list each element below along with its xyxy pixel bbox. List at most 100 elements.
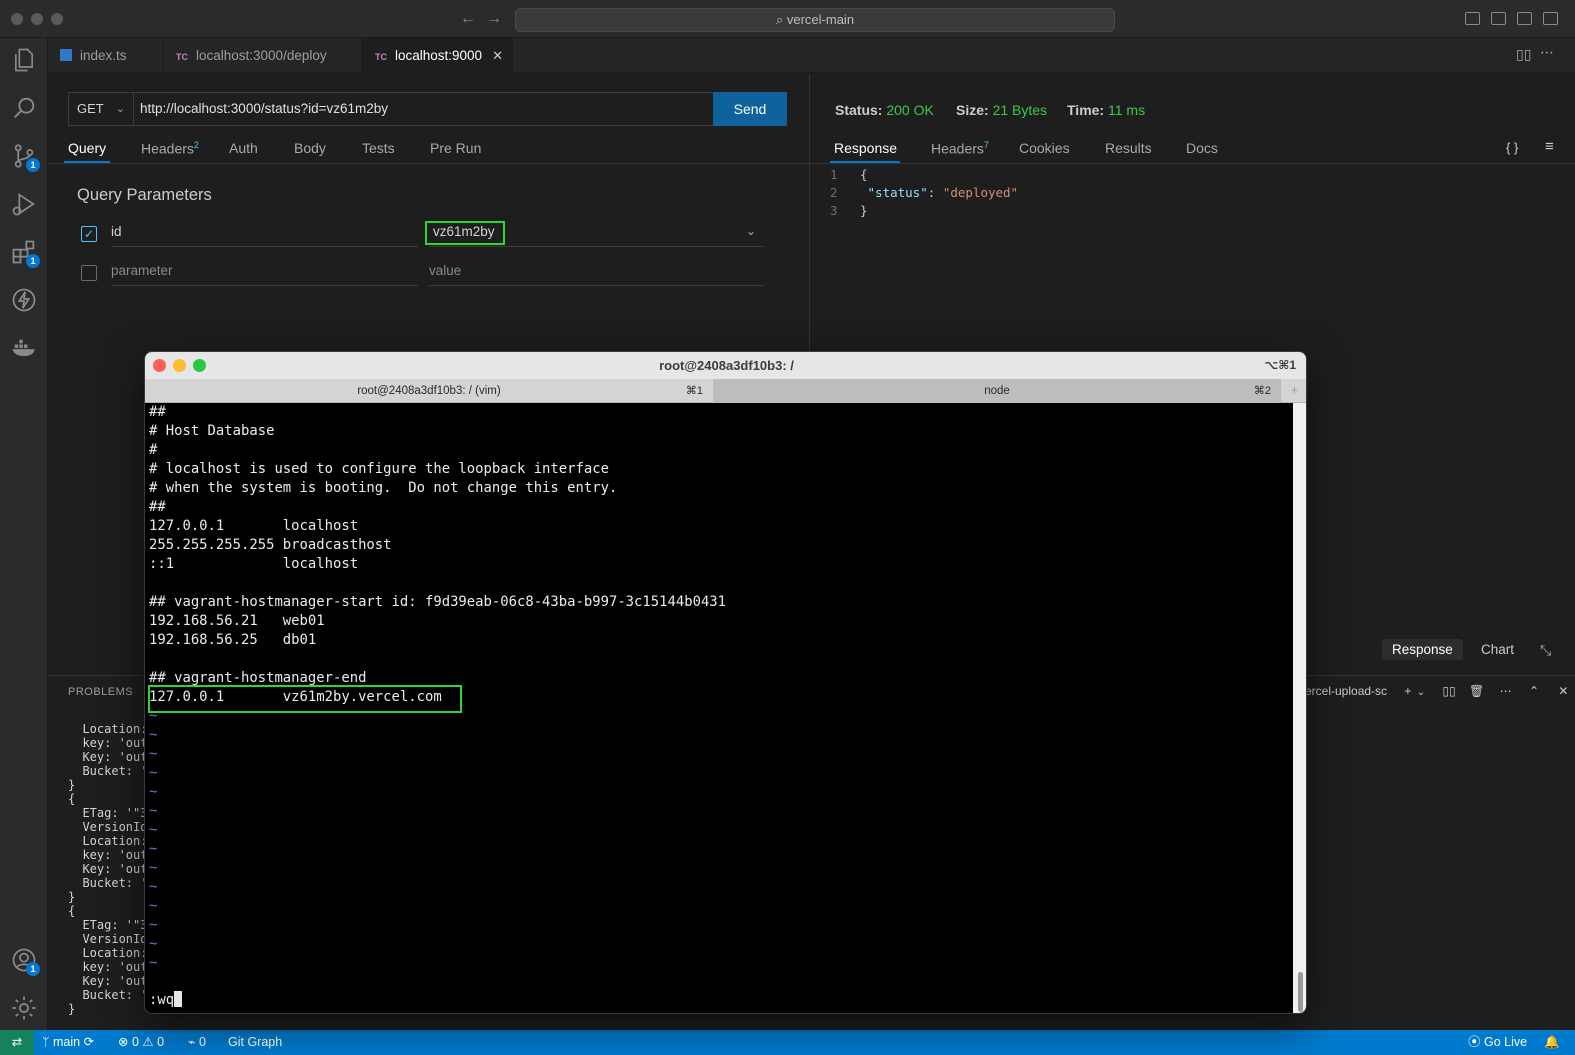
vim-line: ## vagrant-hostmanager-start id: f9d39ea…	[149, 594, 727, 610]
terminal-output: Location: key: 'out Key: 'out Bucket: '}…	[68, 722, 147, 1016]
tab-localhost-3000-deploy[interactable]: TC localhost:3000/deploy	[164, 38, 363, 73]
more-actions-icon[interactable]: ⋯	[1500, 684, 1512, 698]
terminal-scrollbar-thumb[interactable]	[1298, 972, 1303, 1012]
typescript-file-icon	[60, 49, 72, 61]
vim-line: 255.255.255.255 broadcasthost	[149, 537, 392, 553]
zoom-window-button[interactable]	[51, 13, 63, 25]
more-actions-icon[interactable]: ⋯	[1540, 44, 1554, 61]
log-line: {	[68, 792, 76, 806]
split-editor-icon[interactable]: ▯▯	[1516, 46, 1531, 63]
response-view-button[interactable]: Response	[1382, 639, 1463, 660]
bell-icon[interactable]: 🔔	[1544, 1030, 1560, 1055]
tab-auth[interactable]: Auth	[229, 140, 258, 156]
menu-icon[interactable]: ≡	[1545, 138, 1554, 155]
ports-status[interactable]: ⌁ 0	[188, 1030, 206, 1055]
vim-empty-line-tilde: ~	[149, 803, 158, 819]
split-terminal-icon[interactable]: ▯▯	[1442, 684, 1455, 698]
terminal-tab-node[interactable]: node ⌘2	[713, 379, 1281, 403]
tab-response-headers[interactable]: Headers7	[931, 140, 989, 157]
problems-status[interactable]: ⊗ 0 ⚠ 0	[118, 1030, 164, 1055]
new-tab-icon[interactable]: +	[1281, 379, 1306, 403]
param-checkbox-unchecked[interactable]	[81, 265, 97, 281]
method-select[interactable]: GET ⌄	[68, 92, 134, 126]
go-live-button[interactable]: ⦿ Go Live	[1468, 1030, 1527, 1055]
extensions-icon[interactable]: 1	[10, 238, 40, 268]
vim-line	[149, 574, 726, 593]
activity-bar: 1 1 1	[0, 38, 48, 1030]
git-graph-button[interactable]: Git Graph	[228, 1030, 282, 1055]
minimize-window-button[interactable]	[31, 13, 43, 25]
tab-docs[interactable]: Docs	[1186, 140, 1218, 156]
log-line: Location:	[68, 946, 148, 960]
thunder-client-icon[interactable]	[10, 286, 38, 314]
close-panel-icon[interactable]: ✕	[1558, 684, 1568, 698]
vim-command-line[interactable]: :wq	[149, 991, 183, 1008]
sync-icon: ⟳	[83, 1035, 95, 1049]
title-bar: ← → ⌕ vercel-main	[0, 0, 1575, 38]
param-name-placeholder[interactable]: parameter	[111, 258, 418, 286]
vim-empty-line-tilde: ~	[149, 936, 158, 952]
terminal-tabs: root@2408a3df10b3: / (vim) ⌘1 node ⌘2 +	[145, 379, 1306, 403]
gear-icon[interactable]	[10, 994, 38, 1022]
url-input[interactable]: http://localhost:3000/status?id=vz61m2by	[133, 92, 715, 126]
toggle-panel-icon[interactable]	[1491, 12, 1506, 25]
chevron-down-icon[interactable]: ⌄	[1417, 687, 1425, 698]
status-stat: Status: 200 OK	[835, 102, 934, 118]
source-control-icon[interactable]: 1	[10, 142, 40, 172]
tab-pre-run[interactable]: Pre Run	[430, 140, 481, 156]
close-window-button[interactable]	[11, 13, 23, 25]
toggle-primary-sidebar-icon[interactable]	[1465, 12, 1480, 25]
chart-view-button[interactable]: Chart	[1481, 642, 1514, 657]
extensions-badge: 1	[26, 254, 40, 268]
branch-icon: ᛘ	[42, 1035, 53, 1049]
source-control-badge: 1	[26, 158, 40, 172]
expand-icon[interactable]: ⤡	[1540, 642, 1551, 659]
chevron-down-icon[interactable]: ⌄	[746, 224, 756, 238]
explorer-icon[interactable]	[10, 46, 38, 74]
trash-icon[interactable]: 🗑	[1469, 684, 1484, 698]
tab-localhost-9000[interactable]: TC localhost:9000 ✕	[363, 38, 513, 73]
tab-results[interactable]: Results	[1105, 140, 1152, 156]
close-icon[interactable]: ✕	[492, 48, 503, 63]
editor-tab-bar: index.ts TC localhost:3000/deploy TC local…	[48, 38, 1575, 73]
log-line: Bucket: '	[68, 764, 148, 778]
send-button[interactable]: Send	[713, 92, 787, 126]
braces-icon[interactable]: { }	[1506, 140, 1518, 155]
maximize-panel-icon[interactable]: ⌃	[1529, 684, 1539, 698]
terminal-zoom-button[interactable]	[193, 359, 206, 372]
code-line: 3}	[830, 203, 868, 218]
customize-layout-icon[interactable]	[1543, 12, 1558, 25]
new-terminal-icon[interactable]: +	[1404, 684, 1411, 698]
terminal-minimize-button[interactable]	[173, 359, 186, 372]
accounts-icon[interactable]: 1	[10, 946, 40, 976]
tab-cookies[interactable]: Cookies	[1019, 140, 1070, 156]
terminal-tab-vim[interactable]: root@2408a3df10b3: / (vim) ⌘1	[145, 379, 713, 403]
tab-response[interactable]: Response	[834, 140, 897, 156]
vim-line: #	[149, 442, 158, 458]
divider	[810, 163, 1575, 164]
back-arrow-icon[interactable]: ←	[460, 10, 476, 28]
remote-icon[interactable]: ⇄	[0, 1030, 34, 1055]
toggle-secondary-sidebar-icon[interactable]	[1517, 12, 1532, 25]
param-value-placeholder[interactable]: value	[429, 258, 764, 286]
request-tabs: Query Headers2 Auth Body Tests Pre Run	[48, 136, 809, 164]
param-checkbox-checked[interactable]: ✓	[81, 226, 97, 242]
branch-status[interactable]: ᛘ main ⟳	[42, 1030, 94, 1055]
terminal-name[interactable]: ercel-upload-sc	[1305, 684, 1387, 698]
search-icon[interactable]	[10, 94, 38, 122]
param-name-field[interactable]: id	[111, 219, 418, 247]
run-debug-icon[interactable]	[10, 190, 38, 218]
command-center-search[interactable]: ⌕ vercel-main	[515, 8, 1115, 32]
tab-body[interactable]: Body	[294, 140, 326, 156]
docker-icon[interactable]	[10, 334, 38, 362]
terminal-close-button[interactable]	[153, 359, 166, 372]
log-line: ETag: '"3	[68, 806, 148, 820]
tab-query[interactable]: Query	[68, 140, 106, 156]
tab-tests[interactable]: Tests	[362, 140, 395, 156]
tab-headers[interactable]: Headers2	[141, 140, 199, 157]
forward-arrow-icon[interactable]: →	[486, 10, 502, 28]
tab-problems[interactable]: PROBLEMS	[68, 686, 133, 698]
log-line: }	[68, 1002, 76, 1016]
terminal-scrollbar[interactable]	[1293, 403, 1306, 1013]
tab-index-ts[interactable]: index.ts	[48, 38, 164, 73]
